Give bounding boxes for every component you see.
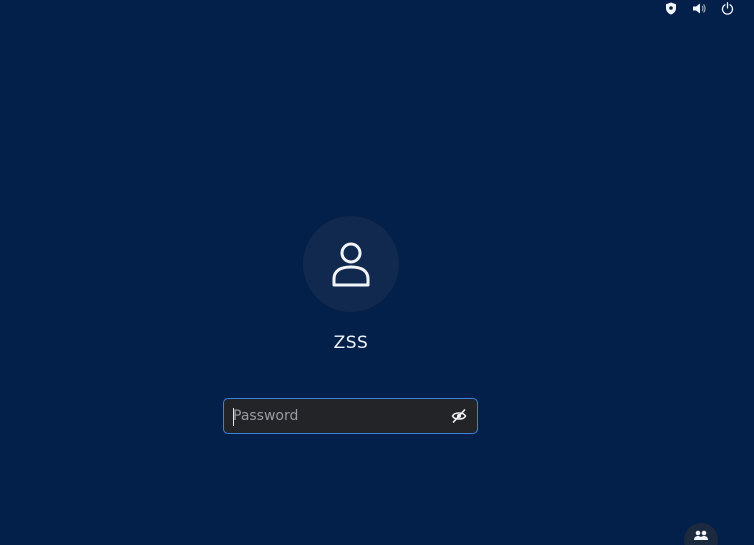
user-icon [332,242,370,287]
power-icon[interactable] [720,1,734,15]
users-icon [694,530,708,540]
accessibility-button[interactable] [684,523,718,545]
shield-icon[interactable] [664,1,678,15]
password-field[interactable] [223,398,478,434]
top-bar [0,0,754,16]
username-label: ZSS [333,333,369,353]
password-input[interactable] [224,399,441,433]
text-caret [233,408,234,426]
avatar [303,216,399,312]
reveal-password-button[interactable] [441,399,477,433]
volume-icon[interactable] [692,1,706,15]
eye-slash-icon [451,409,467,423]
